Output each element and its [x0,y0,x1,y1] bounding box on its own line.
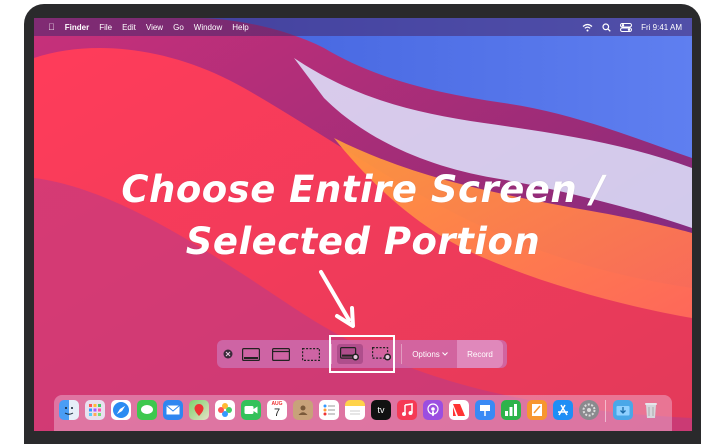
dock-contacts-icon[interactable] [293,400,313,420]
record-button[interactable]: Record [457,340,503,368]
record-label: Record [467,349,493,359]
menu-clock[interactable]: Fri 9:41 AM [641,23,682,32]
dock-pages-icon[interactable] [527,400,547,420]
menu-view[interactable]: View [146,23,163,32]
options-button[interactable]: Options [407,344,453,364]
dock-music-icon[interactable] [397,400,417,420]
dock-trash-icon[interactable] [641,400,661,420]
chevron-down-icon [441,352,448,356]
dock-apple-tv-icon[interactable]: tv [371,400,391,420]
dock-keynote-icon[interactable] [475,400,495,420]
capture-window-button[interactable] [269,344,293,364]
close-icon [223,349,233,359]
dock-photos-icon[interactable] [215,400,235,420]
dock-finder-icon[interactable] [59,400,79,420]
menu-window[interactable]: Window [194,23,222,32]
apple-menu-icon[interactable]:  [48,22,55,32]
dock-numbers-icon[interactable] [501,400,521,420]
dock-facetime-icon[interactable] [241,400,261,420]
dock-maps-icon[interactable] [189,400,209,420]
capture-entire-screen-button[interactable] [239,344,263,364]
dock-system-preferences-icon[interactable] [579,400,599,420]
dock-downloads-icon[interactable] [613,400,633,420]
apple-tv-label: tv [377,405,385,415]
calendar-day: 7 [273,407,281,419]
dock-news-icon[interactable] [449,400,469,420]
menu-app-name[interactable]: Finder [65,23,89,32]
menu-go[interactable]: Go [173,23,184,32]
options-label: Options [412,349,440,359]
dock-messages-icon[interactable] [137,400,157,420]
menu-bar:  Finder File Edit View Go Window Help [34,18,692,36]
highlight-box [329,335,395,373]
dock-launchpad-icon[interactable] [85,400,105,420]
dock-divider [605,400,606,422]
overlay-caption-line1: Choose Entire Screen / [121,168,605,211]
capture-selection-button[interactable] [299,344,323,364]
close-toolbar-button[interactable] [221,344,235,364]
selection-capture-icon [302,347,320,361]
dock-calendar-icon[interactable]: AUG 7 [267,400,287,420]
spotlight-search-icon[interactable] [602,22,611,32]
dock-safari-icon[interactable] [111,400,131,420]
menu-edit[interactable]: Edit [122,23,136,32]
toolbar-divider [401,344,402,364]
dock-notes-icon[interactable] [345,400,365,420]
dock-mail-icon[interactable] [163,400,183,420]
dock-reminders-icon[interactable] [319,400,339,420]
wifi-icon[interactable] [582,23,593,32]
pointing-arrow-icon [319,270,355,328]
dock-app-store-icon[interactable] [553,400,573,420]
window-capture-icon [272,347,290,361]
overlay-caption-line2: Selected Portion [185,220,541,263]
menu-help[interactable]: Help [232,23,248,32]
desktop-screen:  Finder File Edit View Go Window Help [34,18,692,431]
dock: AUG 7 tv [54,395,672,431]
menu-file[interactable]: File [99,23,112,32]
entire-screen-icon [242,347,260,361]
dock-podcasts-icon[interactable] [423,400,443,420]
control-center-icon[interactable] [620,22,633,32]
